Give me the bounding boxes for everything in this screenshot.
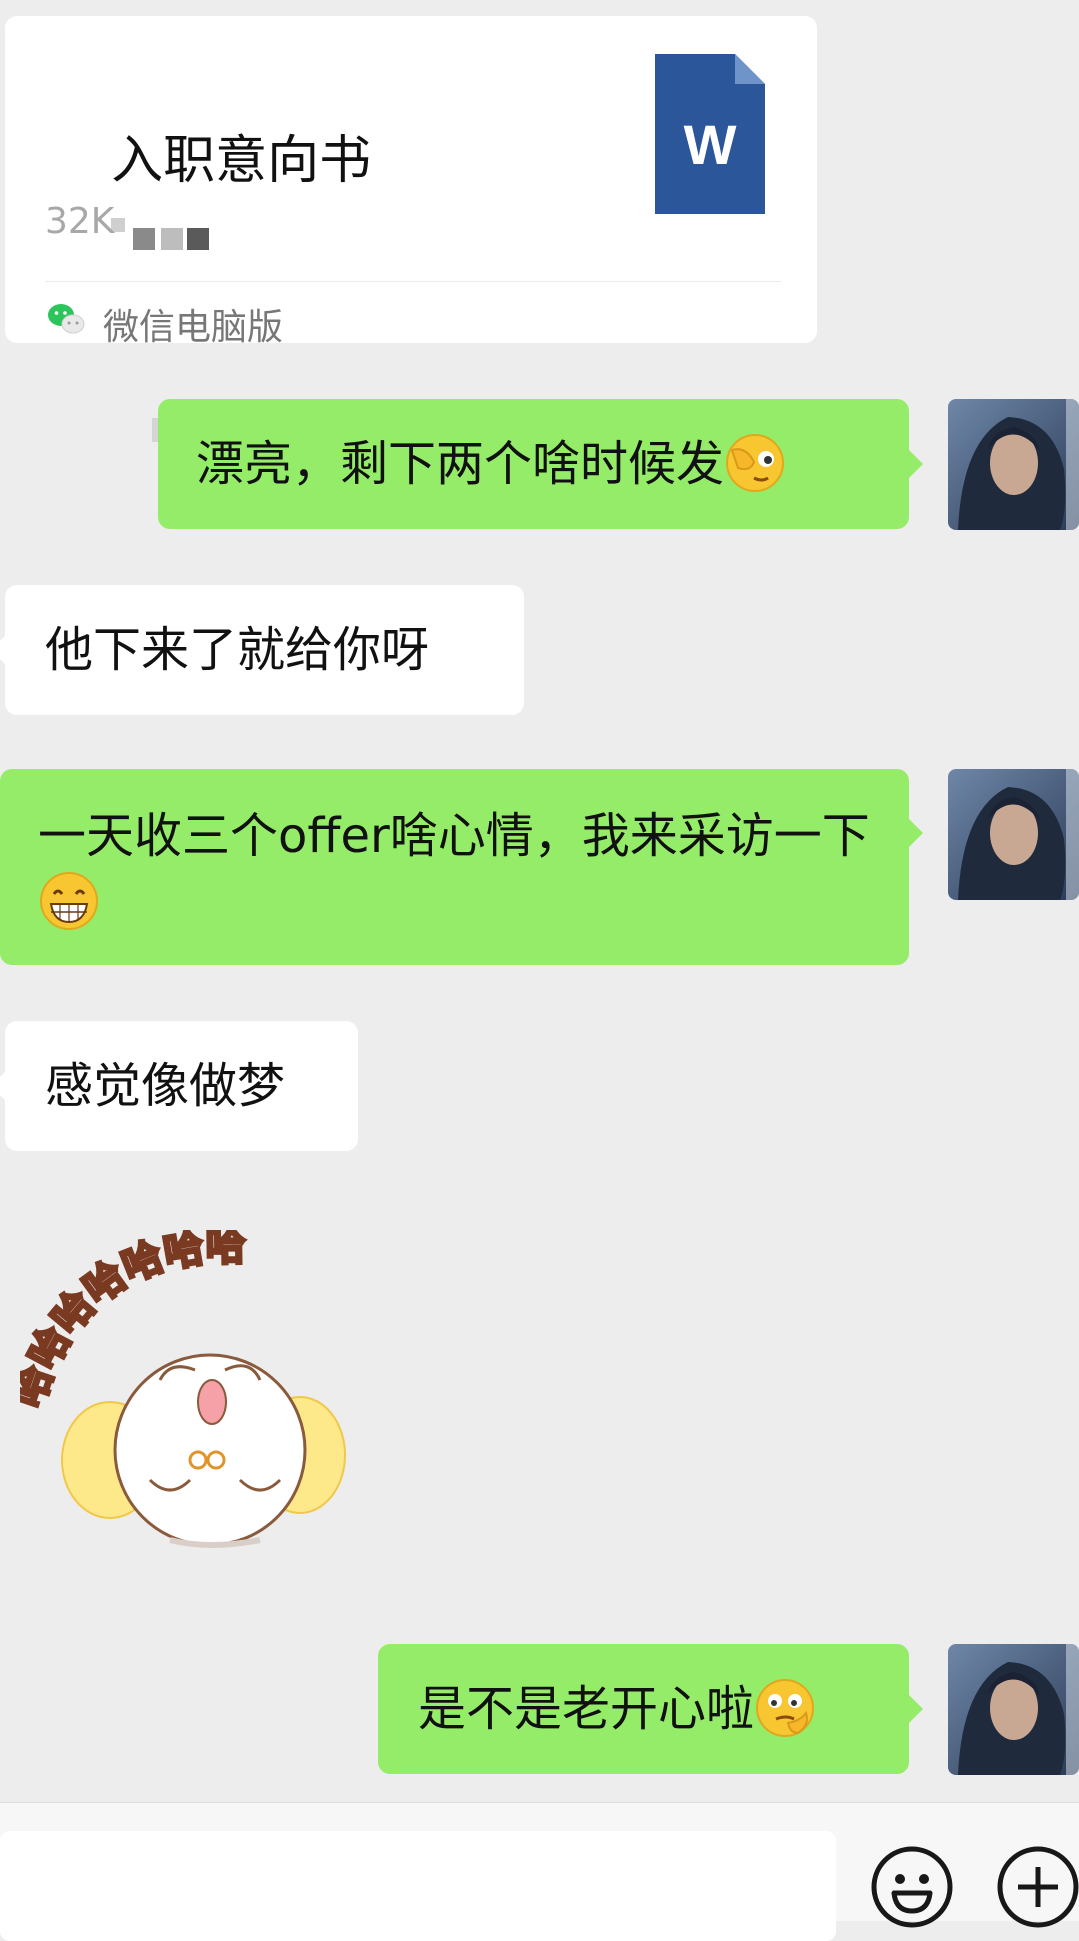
message-input[interactable] — [0, 1831, 836, 1941]
grin-emoji — [40, 872, 98, 930]
avatar-image — [948, 769, 1079, 900]
chat-input-bar — [0, 1802, 1079, 1941]
avatar[interactable] — [948, 399, 1079, 530]
file-type-letter: W — [684, 113, 737, 176]
wechat-logo-icon — [48, 304, 85, 334]
avatar-image — [948, 1644, 1079, 1775]
word-document-icon: W — [655, 54, 765, 214]
divider — [45, 281, 781, 282]
laughing-hamster-sticker[interactable]: 哈哈哈哈哈哈哈 — [20, 1230, 370, 1560]
message-text: 他下来了就给你呀 — [45, 622, 430, 678]
file-source-label: 微信电脑版 — [103, 307, 284, 348]
outgoing-message-bubble[interactable]: 漂亮，剩下两个啥时候发 — [158, 399, 923, 529]
file-message-card[interactable]: 入职意向书 32K W 微信电脑版 — [5, 16, 817, 466]
message-text: 漂亮，剩下两个啥时候发 — [196, 436, 725, 492]
file-size: 32K — [45, 201, 115, 242]
incoming-message-bubble[interactable]: 感觉像做梦 — [0, 1021, 358, 1151]
incoming-message-bubble[interactable]: 他下来了就给你呀 — [0, 585, 524, 715]
message-text: 一天收三个offer啥心情，我来采访一下 — [38, 808, 870, 864]
avatar[interactable] — [948, 1644, 1079, 1775]
message-text: 感觉像做梦 — [45, 1058, 286, 1114]
smiley-icon[interactable] — [870, 1845, 954, 1929]
avatar[interactable] — [948, 769, 1079, 900]
message-text: 是不是老开心啦 — [418, 1681, 755, 1737]
plus-circle-icon[interactable] — [996, 1845, 1079, 1929]
redacted-mosaic — [111, 214, 221, 254]
facepalm-peek-emoji — [726, 434, 785, 492]
file-name-text: 入职意向书 — [111, 131, 372, 191]
outgoing-message-bubble[interactable]: 一天收三个offer啥心情，我来采访一下 — [0, 769, 923, 965]
avatar-image — [948, 399, 1079, 530]
smirk-chin-emoji — [756, 1679, 815, 1737]
outgoing-message-bubble[interactable]: 是不是老开心啦 — [378, 1644, 923, 1774]
